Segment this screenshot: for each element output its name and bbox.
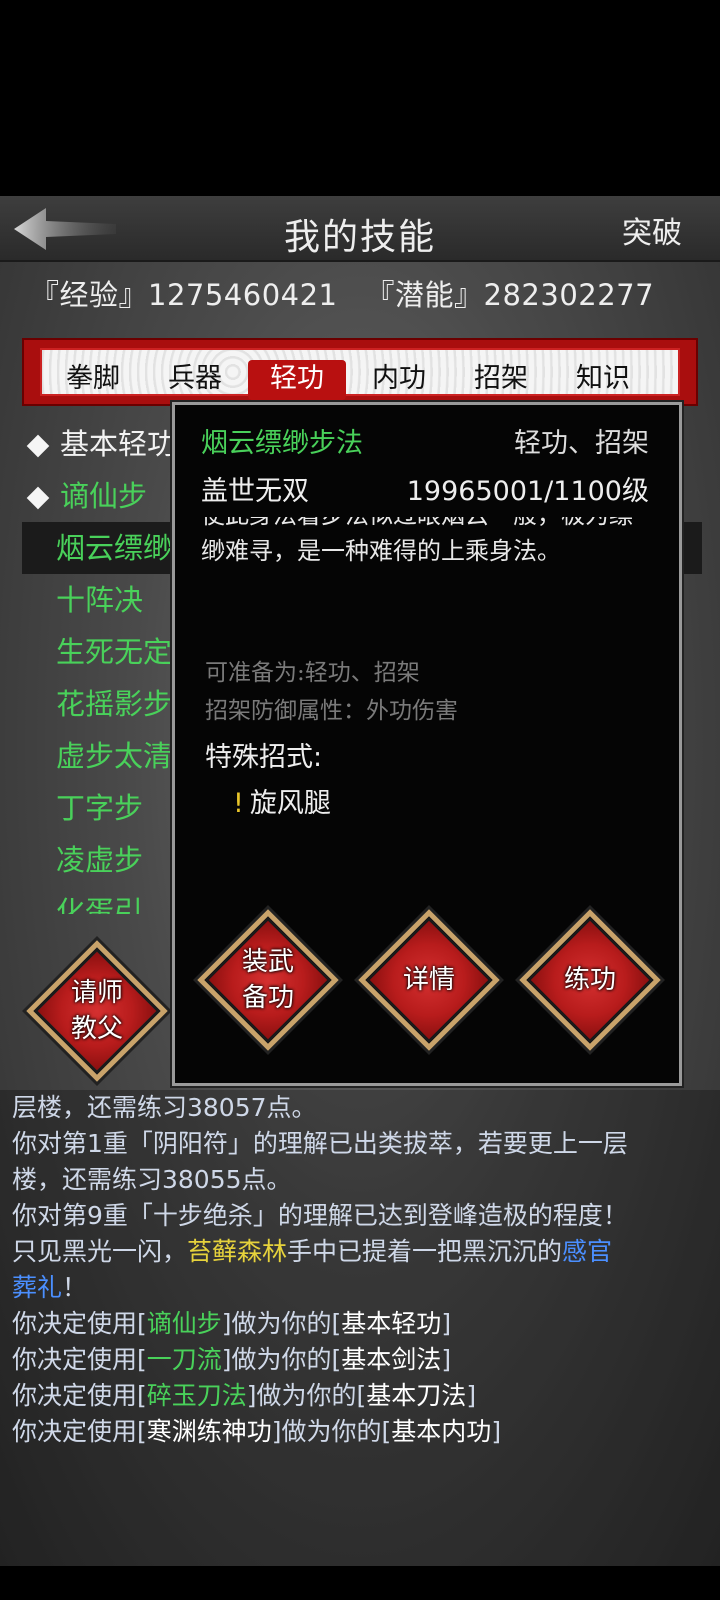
button-label: 装武 备功 [241,947,294,1013]
log-line: 你对第1重「阴阳符」的理解已出类拔萃，若要更上一层 [12,1129,628,1158]
exclamation-icon: ! [233,788,244,819]
page-title: 我的技能 [283,217,436,258]
button-label: 详情 [402,965,455,995]
defense-attribute: 招架防御属性：外功伤害 [205,698,458,724]
special-moves-title: 特殊招式: [205,742,323,773]
breakthrough-button[interactable]: 突破 [622,208,682,252]
skill-label: 基本轻功 [60,427,177,461]
tab-quanjiao[interactable]: 拳脚 [44,360,142,400]
equip-button[interactable]: 装武 备功 [204,916,332,1044]
log-line: 你决定使用[碎玉刀法]做为你的[基本刀法] [12,1381,477,1410]
skill-level: 19965001/1100级 [406,476,649,507]
skill-label: 凌虚步 [56,843,144,877]
skill-detail-popup: 烟云缥缈步法 轻功、招架 盖世无双 19965001/1100级 使此身法着步法… [172,402,682,1086]
tab-neigong[interactable]: 内功 [350,360,448,400]
log-line: 楼，还需练习38055点。 [12,1165,292,1194]
skill-rank: 盖世无双 [201,476,309,507]
skill-label: 花摇影步 [56,687,173,721]
skill-name: 烟云缥缈步法 [201,428,363,459]
diamond-icon [26,434,50,458]
skill-label: 化蛋引 [56,895,144,914]
button-label: 练功 [563,965,616,995]
skill-label: 谪仙步 [60,479,148,513]
tab-bingqi[interactable]: 兵器 [146,360,244,400]
potential-value: 『潜能』282302277 [365,278,655,312]
experience-value: 『经验』1275460421 [30,278,338,312]
skill-type: 轻功、招架 [514,428,649,459]
tabbar-pattern: 拳脚 兵器 轻功 内功 招架 知识 [40,348,680,400]
log-line: 你决定使用[谪仙步]做为你的[基本轻功] [12,1309,452,1338]
button-label: 请师 教父 [70,978,123,1044]
log-line: 你决定使用[一刀流]做为你的[基本剑法] [12,1345,452,1374]
skills-screen: 我的技能 突破 『经验』1275460421 『潜能』282302277 拳脚 兵… [0,196,720,1566]
log-line: 只见黑光一闪，苔藓森林手中已提着一把黑沉沉的感官 [12,1237,613,1266]
message-log[interactable]: 层楼，还需练习38057点。 你对第1重「阴阳符」的理解已出类拔萃，若要更上一层… [0,1090,720,1566]
stats-row: 『经验』1275460421 『潜能』282302277 [30,272,654,314]
log-line: 葬礼！ [12,1273,88,1302]
skill-label: 虚步太清 [56,739,173,773]
diamond-icon [26,486,50,510]
description-scroll[interactable]: 使此身法着步法似过眼烟云一般，极为缥缈难寻，是一种难得的上乘身法。 [201,517,661,625]
log-line: 你决定使用[寒渊练神功]做为你的[基本内功] [12,1417,502,1446]
ask-teacher-button[interactable]: 请师 教父 [33,947,161,1075]
skill-description: 使此身法着步法似过眼烟云一般，极为缥缈难寻，是一种难得的上乘身法。 [201,517,633,565]
header-bar: 我的技能 突破 [0,196,720,262]
tab-zhishi[interactable]: 知识 [554,360,652,400]
skill-label: 丁字步 [56,791,144,825]
tab-zhaojia[interactable]: 招架 [452,360,550,400]
log-line: 你对第9重「十步绝杀」的理解已达到登峰造极的程度！ [12,1201,628,1230]
skill-label: 生死无定 [56,635,173,669]
skill-category-tabs: 拳脚 兵器 轻功 内功 招架 知识 [22,338,698,406]
practice-button[interactable]: 练功 [526,916,654,1044]
tab-qinggong[interactable]: 轻功 [248,360,346,400]
special-move-name: 旋风腿 [249,788,331,819]
prepare-as: 可准备为:轻功、招架 [205,660,420,686]
details-button[interactable]: 详情 [365,916,493,1044]
skill-label: 十阵决 [56,583,144,617]
log-line: 层楼，还需练习38057点。 [12,1093,317,1122]
special-move[interactable]: ! 旋风腿 [233,781,331,820]
